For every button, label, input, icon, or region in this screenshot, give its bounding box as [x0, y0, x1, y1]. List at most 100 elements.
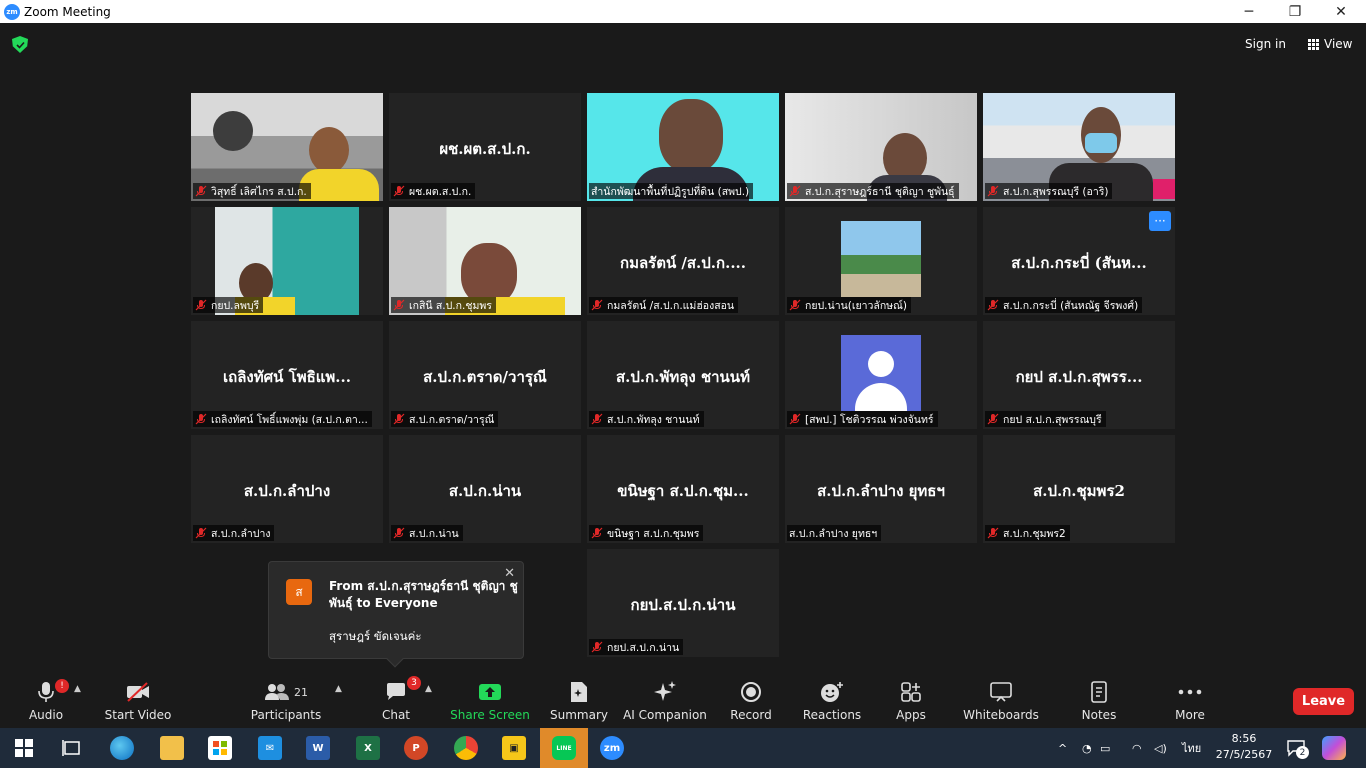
audio-button[interactable]: ! Audio	[26, 678, 69, 724]
participant-name-tag: กยป ส.ป.ก.สุพรรณบุรี	[985, 411, 1106, 427]
ai-companion-label: AI Companion	[623, 708, 707, 722]
participant-tile[interactable]: ส.ป.ก.ชุมพร2 ส.ป.ก.ชุมพร2	[983, 435, 1175, 543]
windows-start-icon[interactable]	[12, 736, 36, 760]
participant-name-tag: ส.ป.ก.ลำปาง	[193, 525, 275, 541]
sign-in-button[interactable]: Sign in	[1237, 33, 1294, 55]
meeting-toolbar: ! Audio ▲ Start Video 21 Participants ▲ …	[0, 672, 1366, 728]
chat-button[interactable]: 3 Chat	[376, 676, 421, 724]
start-video-label: Start Video	[104, 708, 172, 722]
share-screen-icon	[479, 684, 501, 700]
participant-name: กยป ส.ป.ก.สุพรรณบุรี	[1003, 413, 1102, 426]
participant-tile[interactable]: กยป.ส.ป.ก.น่าน กยป.ส.ป.ก.น่าน	[587, 549, 779, 657]
apps-button[interactable]: Apps	[893, 678, 929, 724]
popup-tail	[386, 650, 404, 668]
chat-options-chevron-icon[interactable]: ▲	[425, 684, 432, 694]
participant-name: เกสินี ส.ป.ก.ชุมพร	[409, 299, 492, 312]
wifi-icon[interactable]: ◠	[1132, 728, 1142, 768]
participant-display-name: ส.ป.ก.พัทลุง ชานนท์	[616, 368, 750, 386]
taskbar-clock[interactable]: 8:56 27/5/2567	[1212, 731, 1276, 763]
notes-icon	[1091, 681, 1107, 703]
chat-notification-popup[interactable]: ส From ส.ป.ก.สุราษฎร์ธานี ชุติญา ชูพันธุ…	[268, 561, 524, 668]
participant-name-tag: ส.ป.ก.สุราษฎร์ธานี ชุติญา ชูพันธุ์	[787, 183, 959, 199]
mail-icon[interactable]: ✉	[258, 736, 282, 760]
zoom-taskbar-icon[interactable]: zm	[600, 736, 624, 760]
participant-tile[interactable]: ส.ป.ก.สุราษฎร์ธานี ชุติญา ชูพันธุ์	[785, 93, 977, 201]
clock-time: 8:56	[1231, 732, 1257, 745]
participant-tile[interactable]: เถลิงทัศน์ โพธิแพ... เถลิงทัศน์ โพธิ์แพงพ…	[191, 321, 383, 429]
participant-tile[interactable]: ส.ป.ก.ตราด/วารุณี ส.ป.ก.ตราด/วารุณี	[389, 321, 581, 429]
muted-mic-icon	[393, 527, 405, 539]
muted-mic-icon	[195, 185, 207, 197]
share-screen-button[interactable]: Share Screen	[450, 678, 530, 724]
close-button[interactable]: ✕	[1318, 0, 1364, 23]
participant-tile[interactable]: ส.ป.ก.สุพรรณบุรี (อาริ)	[983, 93, 1175, 201]
participant-name-tag: ขนิษฐา ส.ป.ก.ชุมพร	[589, 525, 704, 541]
file-explorer-icon[interactable]	[160, 736, 184, 760]
view-label: View	[1324, 37, 1353, 51]
participant-tile[interactable]: เกสินี ส.ป.ก.ชุมพร	[389, 207, 581, 315]
tray-chevron-up-icon[interactable]: ^	[1058, 728, 1067, 768]
participant-tile[interactable]: วิสุทธิ์ เลิศไกร ส.ป.ก.	[191, 93, 383, 201]
reactions-button[interactable]: Reactions	[802, 678, 862, 724]
participant-tile[interactable]: ส.ป.ก.น่าน ส.ป.ก.น่าน	[389, 435, 581, 543]
participant-display-name: ส.ป.ก.น่าน	[448, 482, 522, 500]
ai-companion-button[interactable]: AI Companion	[623, 678, 707, 724]
record-button[interactable]: Record	[728, 678, 774, 724]
muted-mic-icon	[195, 299, 207, 311]
muted-mic-icon	[987, 413, 999, 425]
shield-icon[interactable]	[12, 36, 28, 53]
participant-name: ส.ป.ก.สุราษฎร์ธานี ชุติญา ชูพันธุ์	[805, 185, 955, 198]
whiteboards-button[interactable]: Whiteboards	[963, 678, 1039, 724]
volume-icon[interactable]: ◁)	[1154, 728, 1167, 768]
task-view-icon[interactable]	[60, 736, 84, 760]
language-indicator[interactable]: ไทย	[1182, 728, 1201, 768]
close-popup-icon[interactable]: ✕	[504, 566, 515, 581]
participant-tile[interactable]: ผช.ผต.ส.ป.ก. ผช.ผต.ส.ป.ก.	[389, 93, 581, 201]
sticky-app-icon[interactable]: ▣	[502, 736, 526, 760]
audio-options-chevron-icon[interactable]: ▲	[74, 684, 81, 694]
view-button[interactable]: View	[1302, 33, 1358, 55]
participants-count: 21	[294, 685, 308, 699]
edge-browser-icon[interactable]	[110, 736, 134, 760]
participants-options-chevron-icon[interactable]: ▲	[335, 684, 342, 694]
copilot-icon[interactable]	[1322, 736, 1346, 760]
grid-view-icon	[1308, 38, 1319, 50]
participant-tile[interactable]: ส.ป.ก.ลำปาง ส.ป.ก.ลำปาง	[191, 435, 383, 543]
start-video-button[interactable]: Start Video	[104, 678, 172, 724]
tile-more-options-icon[interactable]: ···	[1149, 211, 1171, 231]
word-icon[interactable]: W	[306, 736, 330, 760]
participant-tile[interactable]: สำนักพัฒนาพื้นที่ปฏิรูปที่ดิน (สพป.)	[587, 93, 779, 201]
line-app-active-tab[interactable]: LINE	[540, 728, 588, 768]
participant-name-tag: กยป.ส.ป.ก.น่าน	[589, 639, 684, 655]
more-label: More	[1175, 708, 1205, 722]
participant-tile[interactable]: ส.ป.ก.กระบี่ (สันห... ··· ส.ป.ก.กระบี่ (สั…	[983, 207, 1175, 315]
participant-name: ส.ป.ก.ลำปาง ยุทธฯ	[789, 527, 878, 540]
excel-icon[interactable]: X	[356, 736, 380, 760]
notes-button[interactable]: Notes	[1080, 678, 1118, 724]
participant-tile[interactable]: กยป ส.ป.ก.สุพรร... กยป ส.ป.ก.สุพรรณบุรี	[983, 321, 1175, 429]
store-icon[interactable]	[208, 736, 232, 760]
participant-display-name: ส.ป.ก.กระบี่ (สันห...	[1011, 254, 1147, 272]
participant-display-name: กยป ส.ป.ก.สุพรร...	[1015, 368, 1143, 386]
tray-clock-icon[interactable]: ◔	[1082, 728, 1092, 768]
summary-button[interactable]: Summary	[550, 678, 608, 724]
participants-button[interactable]: 21 Participants	[251, 678, 321, 724]
participant-name-tag: ส.ป.ก.กระบี่ (สันหณัฐ จีรพงศ์)	[985, 297, 1143, 313]
participant-tile[interactable]: กยป.น่าน(เยาวลักษณ์)	[785, 207, 977, 315]
participant-tile[interactable]: ส.ป.ก.ลำปาง ยุทธฯ ส.ป.ก.ลำปาง ยุทธฯ	[785, 435, 977, 543]
powerpoint-icon[interactable]: P	[404, 736, 428, 760]
participant-tile[interactable]: กมลรัตน์ /ส.ป.ก.... กมลรัตน์ /ส.ป.ก.แม่ฮ่…	[587, 207, 779, 315]
minimize-button[interactable]: ─	[1226, 0, 1272, 23]
participant-name-tag: สำนักพัฒนาพื้นที่ปฏิรูปที่ดิน (สพป.)	[589, 183, 754, 199]
notification-center-icon[interactable]: 2	[1286, 728, 1309, 768]
chrome-icon[interactable]	[454, 736, 478, 760]
participant-tile[interactable]: ขนิษฐา ส.ป.ก.ชุม... ขนิษฐา ส.ป.ก.ชุมพร	[587, 435, 779, 543]
more-button[interactable]: More	[1170, 678, 1210, 724]
participant-tile[interactable]: ส.ป.ก.พัทลุง ชานนท์ ส.ป.ก.พัทลุง ชานนท์	[587, 321, 779, 429]
tray-network-drive-icon[interactable]: ▭	[1100, 728, 1110, 768]
participant-tile[interactable]: กยป.ลพบุรี	[191, 207, 383, 315]
participant-tile[interactable]: [สพป.] โชติวรรณ พ่วงจันทร์	[785, 321, 977, 429]
leave-button[interactable]: Leave	[1293, 688, 1354, 715]
muted-mic-icon	[393, 413, 405, 425]
maximize-button[interactable]: ❐	[1272, 0, 1318, 23]
